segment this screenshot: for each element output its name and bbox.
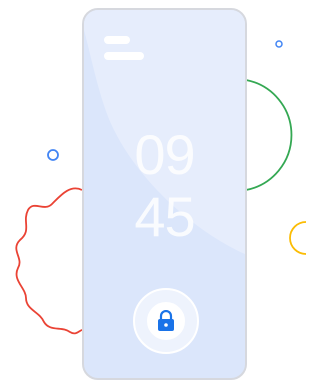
blue-dot-doodle (275, 40, 283, 48)
unlock-button-inner (147, 302, 185, 340)
clock-hours: 09 (134, 123, 195, 186)
clock-display: 09 45 (84, 124, 245, 248)
yellow-arc-doodle (289, 221, 307, 255)
blue-circle-doodle (47, 149, 59, 161)
clock-minutes: 45 (134, 185, 195, 248)
unlock-button[interactable] (133, 288, 199, 354)
red-wave-doodle (15, 187, 83, 335)
status-line-long (104, 52, 144, 60)
green-arc-doodle (245, 79, 293, 191)
phone-frame: 09 45 (82, 8, 247, 380)
status-line-short (104, 36, 130, 44)
lock-screen-illustration: 09 45 (0, 0, 308, 382)
lock-icon (158, 310, 174, 331)
